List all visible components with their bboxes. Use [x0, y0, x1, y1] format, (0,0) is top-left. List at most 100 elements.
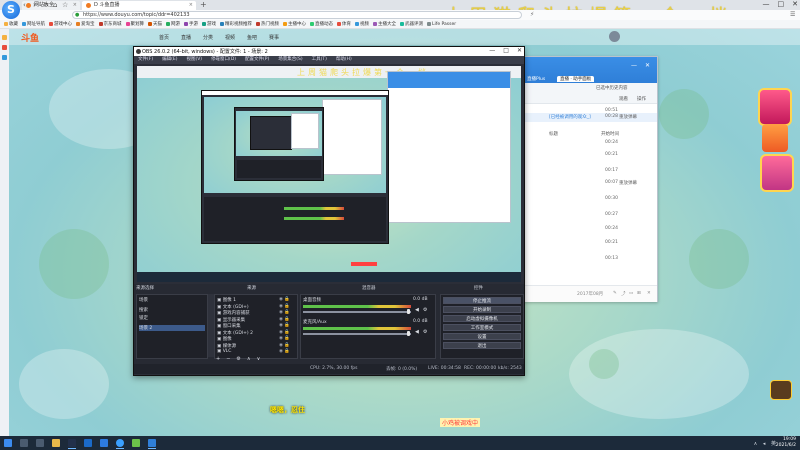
visibility-icon[interactable]: ◉ 🔒 — [279, 310, 290, 315]
grid-icon[interactable]: ⊞ — [637, 291, 641, 296]
table-row[interactable]: 00:24 — [521, 225, 657, 234]
menu-icon[interactable]: ☰ — [790, 11, 795, 18]
source-item[interactable]: ▣ 媒体源 ◉ 🔒 — [217, 343, 290, 349]
source-item[interactable]: ▣ 图像 1 ◉ 🔒 — [217, 297, 290, 303]
settings-button[interactable]: 设置 — [443, 333, 521, 340]
obs-menu-item[interactable]: 停靠窗口(D) — [211, 56, 236, 64]
bookmark-item[interactable]: 天猫 — [148, 20, 162, 28]
window-icon[interactable]: ▭ — [629, 291, 633, 296]
bookmark-item[interactable]: 网游 — [166, 20, 180, 28]
table-row[interactable]: 00:17 — [521, 167, 657, 176]
obs-menu-item[interactable]: 帮助(H) — [336, 56, 352, 64]
task-view-icon[interactable] — [36, 439, 44, 447]
row-action[interactable]: 重放弹幕 — [619, 114, 637, 120]
system-tray[interactable]: ∧ ◂ 英 — [754, 440, 778, 447]
visibility-icon[interactable]: ◉ 🔒 — [279, 330, 290, 335]
move-up-button[interactable]: ∧ — [247, 356, 251, 362]
obs-menu-item[interactable]: 编辑(E) — [162, 56, 177, 64]
table-row[interactable]: 00:30 — [521, 195, 657, 204]
exit-button[interactable]: 退出 — [443, 342, 521, 349]
promo-banner[interactable] — [762, 124, 788, 152]
edit-icon[interactable]: ✎ — [613, 291, 617, 296]
site-link-events[interactable]: 赛事 — [269, 34, 279, 41]
obs-menu-item[interactable]: 工具(T) — [312, 56, 327, 64]
volume-slider-knob[interactable] — [407, 331, 410, 336]
site-link-category[interactable]: 分类 — [203, 34, 213, 41]
tab-assistant[interactable]: 直播 · 助手面板 — [557, 76, 595, 82]
row-action[interactable]: 重放弹幕 — [619, 180, 637, 186]
address-bar[interactable]: ● https://www.douyu.com/topic/ddr=402133 — [72, 11, 522, 19]
gift-box-icon[interactable] — [770, 380, 792, 400]
volume-slider[interactable] — [303, 333, 411, 335]
reload-icon[interactable]: ↻ — [43, 1, 49, 9]
source-item[interactable]: ▣ 游戏内容捕获 ◉ 🔒 — [217, 310, 290, 316]
steam-icon[interactable] — [84, 439, 92, 447]
source-item[interactable]: ▣ 文本 (GDI+) 2 ◉ 🔒 — [217, 330, 290, 336]
close-button[interactable]: ✕ — [645, 62, 650, 69]
mail-icon[interactable] — [2, 55, 7, 60]
visibility-icon[interactable]: ◉ 🔒 — [279, 304, 290, 309]
bookmark-item[interactable]: 游戏 — [202, 20, 216, 28]
table-row[interactable]: 00:21 — [521, 239, 657, 248]
speaker-icon[interactable]: ◀ — [415, 329, 419, 335]
source-item[interactable]: ▣ 显示器采集 ◉ 🔒 — [217, 317, 290, 323]
search-icon[interactable] — [20, 439, 28, 447]
start-virtual-camera-button[interactable]: 启动虚拟摄像机 — [443, 315, 521, 322]
table-row[interactable]: 00:07 重放弹幕 — [521, 179, 657, 188]
table-row[interactable]: 00:21 — [521, 151, 657, 160]
table-row[interactable]: 00:24 — [521, 139, 657, 148]
gear-icon[interactable]: ⚙ — [423, 307, 427, 313]
volume-slider-knob[interactable] — [407, 309, 410, 314]
maximize-button[interactable]: □ — [503, 47, 509, 54]
bookmark-item[interactable]: 视频 — [355, 20, 369, 28]
tab-plus[interactable]: 直播Plus — [527, 76, 545, 82]
bookmark-item[interactable]: 手游 — [184, 20, 198, 28]
avatar[interactable] — [609, 31, 620, 42]
speaker-icon[interactable]: ◀ — [415, 307, 419, 313]
volume-slider[interactable] — [303, 311, 411, 313]
add-source-button[interactable]: + — [216, 356, 220, 362]
tab-close-icon[interactable]: × — [189, 1, 193, 10]
bookmark-item[interactable]: 京东商城 — [98, 20, 122, 28]
bookmark-item[interactable]: 网址导航 — [22, 20, 45, 28]
favorites-icon[interactable] — [2, 35, 7, 40]
site-link-home[interactable]: 首页 — [159, 34, 169, 41]
visibility-icon[interactable]: ◉ 🔒 — [279, 336, 290, 341]
promo-banner[interactable] — [758, 88, 792, 126]
file-explorer-icon[interactable] — [52, 439, 60, 447]
row-title[interactable]: [已经被调用的观众_] — [549, 114, 591, 120]
promo-banner[interactable] — [760, 154, 794, 192]
visibility-icon[interactable]: ◉ 🔒 — [279, 297, 290, 302]
visibility-icon[interactable]: ◉ 🔒 — [279, 349, 290, 354]
site-link-video[interactable]: 视频 — [225, 34, 235, 41]
gear-icon[interactable]: ⚙ — [423, 329, 427, 335]
back-icon[interactable]: ‹ — [23, 1, 26, 9]
bookmark-item[interactable]: 热门视频 — [256, 20, 279, 28]
visibility-icon[interactable]: ◉ 🔒 — [279, 323, 290, 328]
obs-preview[interactable]: 上周猫爬头拉爆第一个一档 — [137, 66, 521, 282]
obs-menu-item[interactable]: 配置文件(P) — [245, 56, 269, 64]
close-button[interactable]: ✕ — [792, 0, 798, 10]
video-icon[interactable] — [2, 45, 7, 50]
browser-taskbar-icon[interactable] — [116, 439, 124, 447]
maximize-button[interactable]: □ — [778, 0, 785, 10]
tab-close-icon[interactable]: × — [73, 1, 77, 10]
visibility-icon[interactable]: ◉ 🔒 — [279, 343, 290, 348]
share-icon[interactable]: ⤴ — [621, 291, 626, 297]
bookmark-item[interactable]: 直播动态 — [310, 20, 333, 28]
move-down-button[interactable]: ∨ — [257, 356, 261, 362]
tab-site-nav[interactable]: 网站大全 × — [22, 1, 80, 10]
remove-source-button[interactable]: − — [226, 356, 230, 362]
bookmark-item[interactable]: Life Passer — [427, 20, 456, 28]
obs-menu-item[interactable]: 文件(F) — [138, 56, 153, 64]
bookmark-item[interactable]: 体育 — [337, 20, 351, 28]
obs-menu-item[interactable]: 视图(V) — [186, 56, 202, 64]
close-icon[interactable]: ✕ — [647, 291, 651, 296]
app-icon[interactable] — [100, 439, 108, 447]
home-icon[interactable]: ⌂ — [53, 1, 57, 9]
speed-icon[interactable]: ⚡ — [530, 11, 534, 18]
minimize-button[interactable]: — — [763, 0, 770, 10]
table-row[interactable]: 00:13 — [521, 255, 657, 264]
clock[interactable]: 19:09 2021/6/2 — [776, 437, 796, 449]
start-icon[interactable] — [4, 439, 12, 447]
